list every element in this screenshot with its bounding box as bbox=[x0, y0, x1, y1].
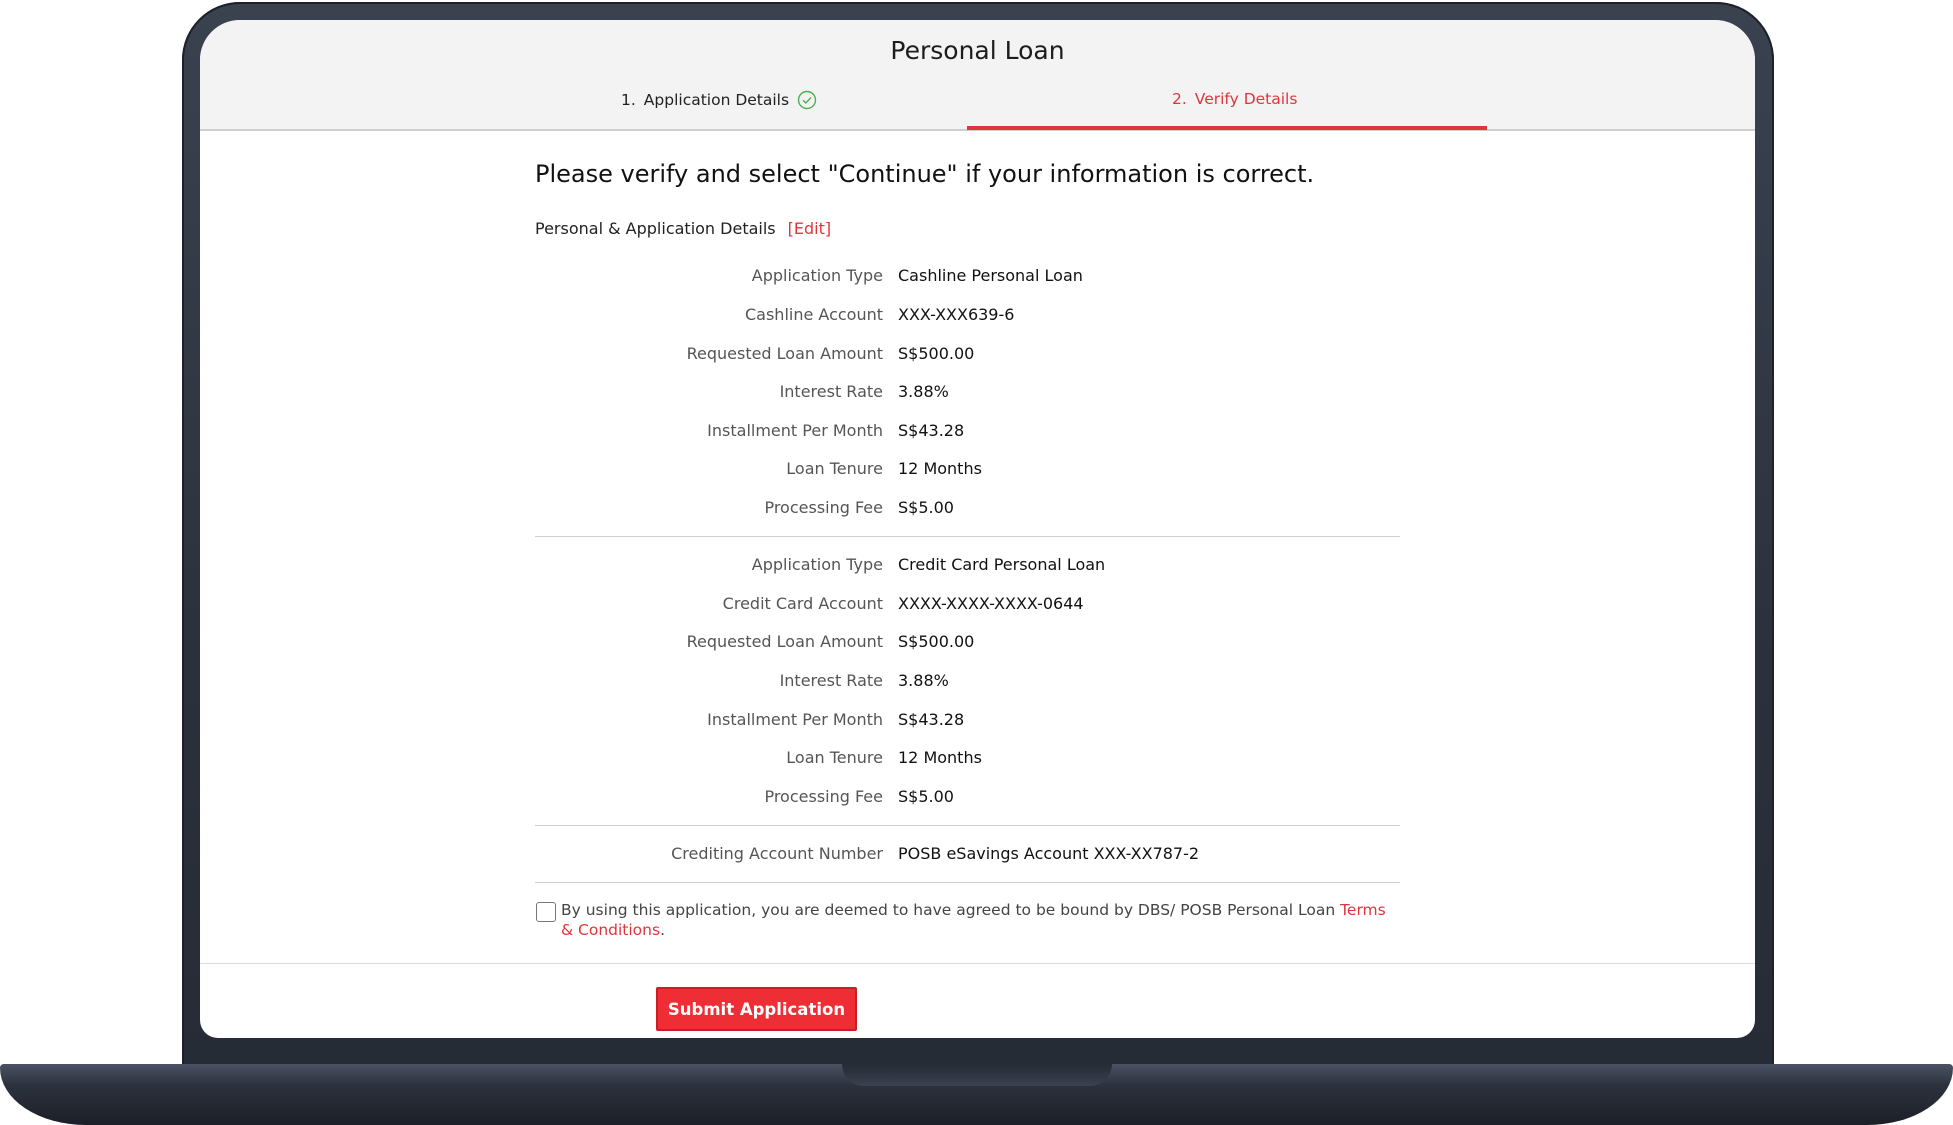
step-number: 2. bbox=[1172, 90, 1187, 108]
detail-value: S$500.00 bbox=[898, 632, 975, 651]
detail-label: Interest Rate bbox=[779, 671, 883, 690]
detail-label: Loan Tenure bbox=[786, 748, 883, 767]
detail-row: Processing Fee S$5.00 bbox=[200, 787, 1755, 817]
page-header: Personal Loan 1. Application Details 2. … bbox=[200, 20, 1755, 131]
detail-label: Loan Tenure bbox=[786, 459, 883, 478]
detail-value: Credit Card Personal Loan bbox=[898, 555, 1106, 574]
detail-value: 12 Months bbox=[898, 459, 982, 478]
section-divider bbox=[535, 882, 1400, 883]
detail-value: S$43.28 bbox=[898, 710, 965, 729]
step-label: Application Details bbox=[643, 91, 790, 109]
page-title: Personal Loan bbox=[890, 36, 1065, 65]
detail-label: Installment Per Month bbox=[707, 421, 883, 440]
active-step-indicator bbox=[967, 126, 1487, 130]
detail-row: Application Type Credit Card Personal Lo… bbox=[200, 555, 1755, 585]
detail-row: Credit Card Account XXXX-XXXX-XXXX-0644 bbox=[200, 594, 1755, 624]
detail-label: Processing Fee bbox=[764, 498, 883, 517]
detail-value: 3.88% bbox=[898, 671, 949, 690]
detail-value: Cashline Personal Loan bbox=[898, 266, 1083, 285]
detail-row: Cashline Account XXX-XXX639-6 bbox=[200, 305, 1755, 335]
section-heading: Personal & Application Details [Edit] bbox=[535, 219, 831, 238]
step-application-details[interactable]: 1. Application Details bbox=[621, 90, 817, 110]
detail-row: Processing Fee S$5.00 bbox=[200, 498, 1755, 528]
detail-value: 3.88% bbox=[898, 382, 949, 401]
detail-label: Requested Loan Amount bbox=[686, 344, 883, 363]
detail-row: Application Type Cashline Personal Loan bbox=[200, 266, 1755, 296]
agreement-body: By using this application, you are deeme… bbox=[561, 901, 1341, 919]
detail-value: POSB eSavings Account XXX-XX787-2 bbox=[898, 844, 1200, 863]
edit-link[interactable]: [Edit] bbox=[788, 219, 831, 238]
detail-row: Requested Loan Amount S$500.00 bbox=[200, 632, 1755, 662]
detail-value: S$5.00 bbox=[898, 787, 954, 806]
step-verify-details[interactable]: 2. Verify Details bbox=[1172, 90, 1297, 108]
detail-label: Installment Per Month bbox=[707, 710, 883, 729]
verify-headline: Please verify and select "Continue" if y… bbox=[535, 160, 1315, 188]
agreement-suffix: . bbox=[660, 921, 665, 939]
app-screen: Personal Loan 1. Application Details 2. … bbox=[200, 20, 1755, 1038]
detail-row: Interest Rate 3.88% bbox=[200, 671, 1755, 701]
detail-value: S$5.00 bbox=[898, 498, 954, 517]
detail-label: Credit Card Account bbox=[722, 594, 883, 613]
agreement-text: By using this application, you are deeme… bbox=[561, 900, 1391, 940]
detail-label: Crediting Account Number bbox=[671, 844, 883, 863]
step-label: Verify Details bbox=[1194, 90, 1298, 108]
detail-row: Installment Per Month S$43.28 bbox=[200, 710, 1755, 740]
detail-value: XXX-XXX639-6 bbox=[898, 305, 1015, 324]
detail-row: Loan Tenure 12 Months bbox=[200, 748, 1755, 778]
detail-label: Application Type bbox=[751, 266, 883, 285]
detail-label: Interest Rate bbox=[779, 382, 883, 401]
detail-value: S$500.00 bbox=[898, 344, 975, 363]
section-divider bbox=[535, 825, 1400, 826]
detail-value: 12 Months bbox=[898, 748, 982, 767]
crediting-account-row: Crediting Account Number POSB eSavings A… bbox=[200, 844, 1755, 874]
detail-value: XXXX-XXXX-XXXX-0644 bbox=[898, 594, 1084, 613]
detail-label: Processing Fee bbox=[764, 787, 883, 806]
section-divider bbox=[535, 536, 1400, 537]
detail-label: Requested Loan Amount bbox=[686, 632, 883, 651]
submit-application-button[interactable]: Submit Application bbox=[656, 987, 857, 1031]
check-circle-icon bbox=[797, 90, 817, 110]
detail-row: Requested Loan Amount S$500.00 bbox=[200, 344, 1755, 374]
footer-divider bbox=[200, 963, 1755, 964]
detail-label: Application Type bbox=[751, 555, 883, 574]
detail-row: Interest Rate 3.88% bbox=[200, 382, 1755, 412]
step-number: 1. bbox=[621, 91, 636, 109]
section-label: Personal & Application Details bbox=[535, 219, 776, 238]
detail-value: S$43.28 bbox=[898, 421, 965, 440]
laptop-notch bbox=[842, 1064, 1112, 1086]
detail-label: Cashline Account bbox=[744, 305, 883, 324]
detail-row: Installment Per Month S$43.28 bbox=[200, 421, 1755, 451]
detail-row: Loan Tenure 12 Months bbox=[200, 459, 1755, 489]
agree-checkbox[interactable] bbox=[536, 902, 556, 922]
